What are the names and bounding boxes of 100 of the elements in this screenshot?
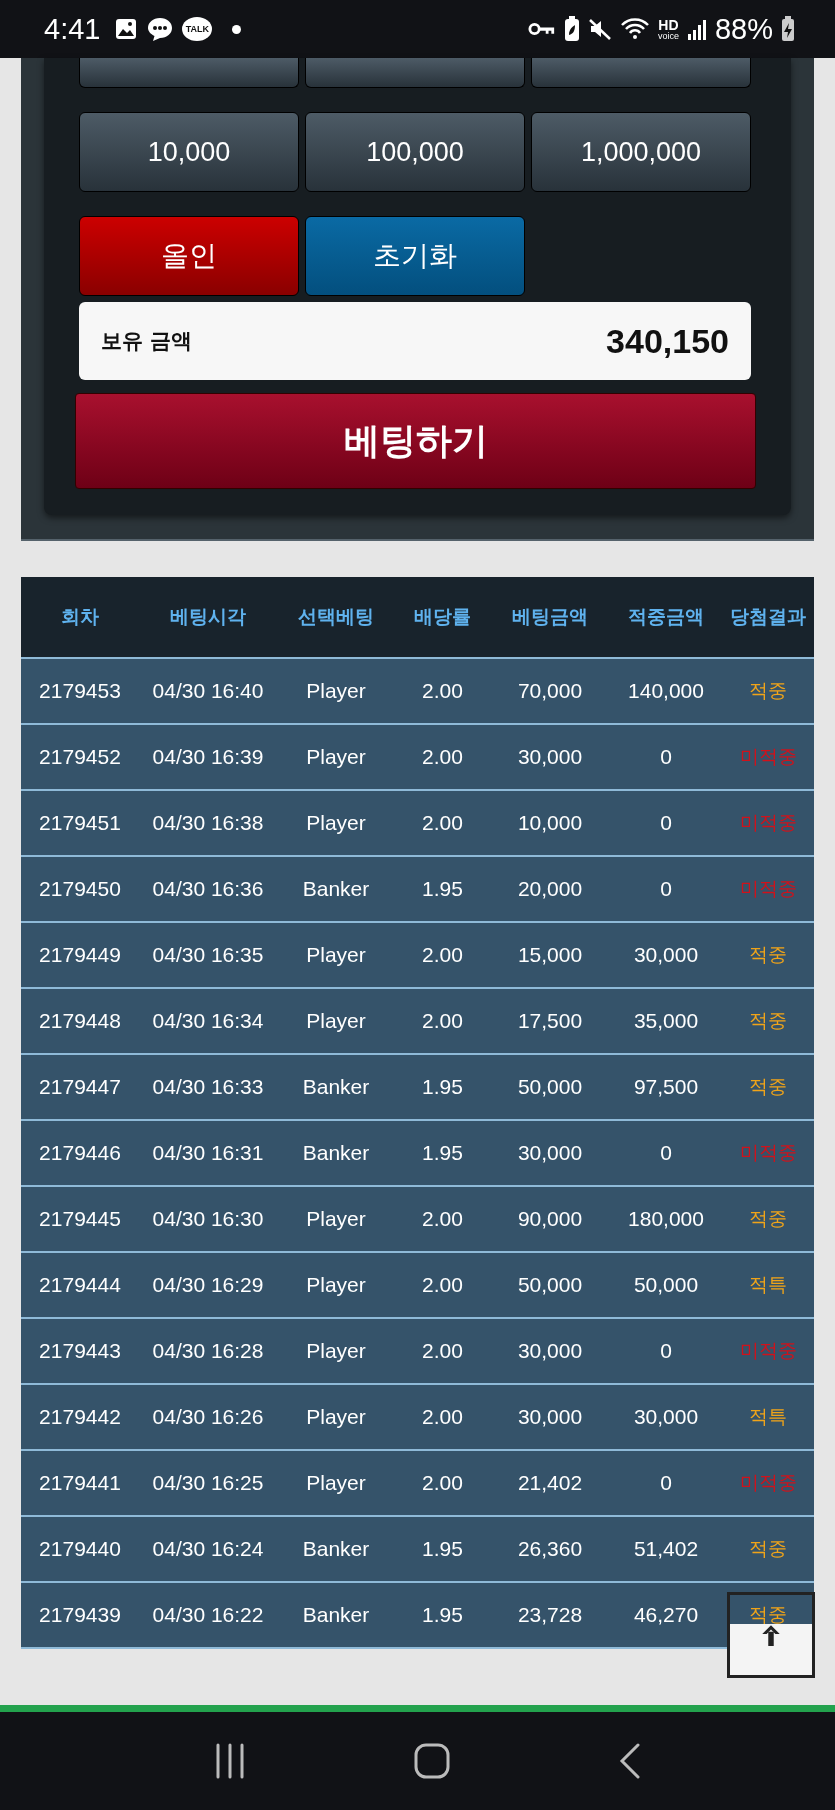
table-cell-text: 2.00: [421, 1009, 464, 1033]
talk-badge: TALK: [182, 17, 213, 41]
table-cell-text: 10,000: [516, 811, 584, 835]
reset-button[interactable]: 초기화: [305, 216, 525, 296]
table-cell-text: 2179440: [38, 1537, 122, 1561]
table-cell-text: 46,270: [632, 1603, 700, 1627]
amount-button[interactable]: 1,000,000: [531, 112, 751, 192]
table-cell-text: 0: [659, 1471, 673, 1495]
bet-button[interactable]: 베팅하기: [75, 393, 756, 489]
mute-icon: [587, 17, 612, 41]
table-cell-text: 0: [659, 877, 673, 901]
table-cell-text: Player: [305, 943, 367, 967]
table-cell-text: 97,500: [632, 1075, 700, 1099]
back-icon[interactable]: [618, 1743, 641, 1779]
hd-label: HD: [658, 17, 679, 32]
result-cell-text: 적특: [748, 1404, 788, 1429]
table-cell-text: 30,000: [516, 1339, 584, 1363]
notification-dot: [232, 24, 242, 34]
table-cell-text: 2179439: [38, 1603, 122, 1627]
key-icon: [527, 21, 556, 37]
table-cell-text: 2.00: [421, 943, 464, 967]
table-cell-text: 04/30 16:36: [151, 877, 265, 901]
table-cell-text: 04/30 16:29: [151, 1273, 265, 1297]
table-cell-text: 0: [659, 745, 673, 769]
table-cell-text: 30,000: [632, 1405, 700, 1429]
chat-icon: [146, 16, 175, 42]
scroll-top-button[interactable]: [727, 1592, 815, 1678]
table-cell-text: 15,000: [516, 943, 584, 967]
battery-charging-icon: [781, 16, 795, 42]
table-cell-text: 1.95: [421, 877, 464, 901]
table-cell-text: 35,000: [632, 1009, 700, 1033]
table-cell-text: 2179443: [38, 1339, 122, 1363]
table-cell-text: 04/30 16:22: [151, 1603, 265, 1627]
table-cell-text: 1.95: [421, 1537, 464, 1561]
table-cell-text: 2.00: [421, 1339, 464, 1363]
table-cell-text: 04/30 16:40: [151, 679, 265, 703]
result-cell-text: 미적중: [738, 810, 798, 835]
balance-value: 340,150: [606, 321, 729, 361]
table-cell-text: 26,360: [516, 1537, 584, 1561]
table-cell-text: 30,000: [516, 1141, 584, 1165]
table-cell-text: Player: [305, 1207, 367, 1231]
table-cell-text: 30,000: [516, 1405, 584, 1429]
gallery-icon: [114, 17, 139, 41]
table-cell-text: Banker: [301, 1537, 371, 1561]
table-cell-text: Player: [305, 1273, 367, 1297]
table-cell-text: 17,500: [516, 1009, 584, 1033]
result-cell-text: 적중: [748, 1536, 788, 1561]
table-cell-text: 04/30 16:39: [151, 745, 265, 769]
result-cell-text: 적중: [748, 1074, 788, 1099]
table-cell-text: Player: [305, 1471, 367, 1495]
column-header: 선택베팅: [297, 604, 375, 629]
recent-apps-icon[interactable]: [214, 1741, 247, 1781]
table-cell-text: 90,000: [516, 1207, 584, 1231]
table-cell-text: 1.95: [421, 1603, 464, 1627]
column-header: 회차: [60, 604, 100, 629]
table-cell-text: 140,000: [627, 679, 705, 703]
table-cell-text: Player: [305, 679, 367, 703]
table-cell-text: 2.00: [421, 1273, 464, 1297]
table-cell-text: 2179450: [38, 877, 122, 901]
column-header: 당첨결과: [729, 604, 807, 629]
table-cell-text: Player: [305, 1339, 367, 1363]
table-cell-text: 1.95: [421, 1075, 464, 1099]
table-cell-text: 2179448: [38, 1009, 122, 1033]
table-cell-text: Player: [305, 1405, 367, 1429]
amount-button[interactable]: [79, 58, 299, 88]
column-header: 베팅금액: [511, 604, 589, 629]
table-cell-text: 2179447: [38, 1075, 122, 1099]
battery-percent: 88%: [714, 12, 773, 46]
table-cell-text: 04/30 16:30: [151, 1207, 265, 1231]
table-cell-text: 2179442: [38, 1405, 122, 1429]
table-cell-text: 2.00: [421, 1405, 464, 1429]
home-icon[interactable]: [414, 1743, 451, 1779]
table-cell-text: 50,000: [516, 1273, 584, 1297]
clock-time: 4:41: [44, 12, 101, 46]
amount-button[interactable]: 100,000: [305, 112, 525, 192]
battery-saver-icon: [563, 16, 580, 42]
table-cell-text: 1.95: [421, 1141, 464, 1165]
result-cell-text: 적중: [748, 1008, 788, 1033]
table-cell-text: 0: [659, 811, 673, 835]
table-cell-text: Banker: [301, 1141, 371, 1165]
result-cell-text: 미적중: [738, 1140, 798, 1165]
amount-button[interactable]: 10,000: [79, 112, 299, 192]
table-cell-text: 04/30 16:34: [151, 1009, 265, 1033]
table-cell-text: 2179441: [38, 1471, 122, 1495]
table-cell-text: 2179444: [38, 1273, 122, 1297]
table-cell-text: 04/30 16:24: [151, 1537, 265, 1561]
table-cell-text: 2179445: [38, 1207, 122, 1231]
table-cell-text: 2179453: [38, 679, 122, 703]
column-header: 적중금액: [627, 604, 705, 629]
table-cell-text: 180,000: [627, 1207, 705, 1231]
table-cell-text: Player: [305, 745, 367, 769]
amount-button[interactable]: [531, 58, 751, 88]
table-cell-text: 04/30 16:25: [151, 1471, 265, 1495]
all-in-button[interactable]: 올인: [79, 216, 299, 296]
table-cell-text: 2179446: [38, 1141, 122, 1165]
amount-button[interactable]: [305, 58, 525, 88]
result-cell-text: 적중: [748, 678, 788, 703]
table-cell-text: 2179449: [38, 943, 122, 967]
table-cell-text: 04/30 16:28: [151, 1339, 265, 1363]
result-cell-text: 적중: [748, 1206, 788, 1231]
